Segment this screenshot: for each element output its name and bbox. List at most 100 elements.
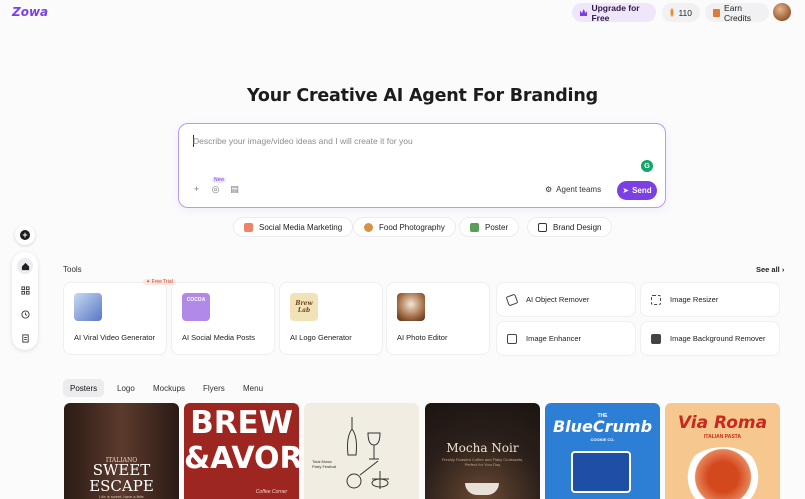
gallery-item-sweet-escape[interactable]: ITALIANO SWEET ESCAPE Life is sweet, hav… <box>64 403 179 499</box>
coffee-cup <box>465 483 499 495</box>
credits-count: 110 <box>678 7 692 18</box>
food-icon <box>364 222 373 232</box>
poster-title: Mocha Noir <box>446 441 519 455</box>
earn-credits-label: Earn Credits <box>724 2 751 23</box>
enhance-icon <box>507 333 517 344</box>
gallery-item-music-festival[interactable]: Total Music Party Festival <box>304 403 419 499</box>
gear-icon: ⚙ <box>545 185 553 194</box>
poster-tagline: Freshly Roasted Coffee and Flaky Croissa… <box>441 457 524 467</box>
gallery-item-bluecrumb[interactable]: THE BlueCrumb COOKIE CO. <box>545 403 660 499</box>
gallery-item-mocha-noir[interactable]: Mocha Noir Freshly Roasted Coffee and Fl… <box>425 403 540 499</box>
tool-image-resizer[interactable]: Image Resizer <box>640 282 780 317</box>
settings-dial-icon[interactable]: ◎ <box>210 184 221 195</box>
chip-label: Social Media Marketing <box>259 222 343 232</box>
clipboard-icon[interactable]: ▤ <box>229 184 240 195</box>
new-badge: New <box>212 177 227 183</box>
tab-logo[interactable]: Logo <box>110 379 142 397</box>
add-attachment-icon[interactable]: + <box>191 184 202 195</box>
photo-editor-thumb <box>397 293 425 321</box>
tool-ai-photo-editor[interactable]: AI Photo Editor <box>386 282 490 355</box>
eraser-icon <box>505 293 519 306</box>
poster-caption: Total Music Party Festival <box>312 459 337 469</box>
new-project-button[interactable]: + <box>15 225 35 245</box>
grammarly-icon[interactable]: G <box>641 160 653 172</box>
see-all-link[interactable]: See all › <box>756 265 784 274</box>
poster-tagline: Coffee Corner <box>255 489 288 495</box>
poster-subtitle: ITALIAN PASTA <box>704 434 741 440</box>
credits-badge[interactable]: 110 <box>662 3 700 22</box>
coin-icon <box>670 8 675 17</box>
gallery-item-brew-flavor[interactable]: BREW &AVOR Coffee Corner <box>184 403 299 499</box>
gift-icon <box>713 8 721 17</box>
poster-title-line2: &AVOR <box>184 441 299 476</box>
tool-image-enhancer[interactable]: Image Enhancer <box>496 321 636 356</box>
logo-thumb-text: Brew Lab <box>295 300 313 314</box>
left-rail <box>12 252 38 350</box>
chip-poster[interactable]: Poster <box>459 217 520 237</box>
tool-name: AI Social Media Posts <box>182 333 255 342</box>
tool-name: Image Background Remover <box>670 334 766 343</box>
agent-teams-label: Agent teams <box>556 185 602 194</box>
brand-icon <box>538 222 547 232</box>
poster-title-line1: BREW <box>190 405 293 441</box>
send-button[interactable]: ➤ Send <box>617 181 657 200</box>
top-bar: Zowa Upgrade for Free 110 Earn Credits <box>0 0 805 26</box>
free-trial-label: Free Trial <box>151 279 173 285</box>
earn-credits-button[interactable]: Earn Credits <box>705 2 769 23</box>
home-icon[interactable] <box>17 258 33 274</box>
tool-ai-logo-generator[interactable]: Brew Lab AI Logo Generator <box>279 282 383 355</box>
prompt-box[interactable]: Describe your image/video ideas and I wi… <box>178 123 666 208</box>
video-thumb <box>74 293 102 321</box>
zowa-logo[interactable]: Zowa <box>12 5 48 19</box>
tool-name: AI Object Remover <box>526 295 590 304</box>
plus-icon: + <box>20 230 30 240</box>
social-thumb-text: COCOA <box>186 297 206 303</box>
tool-ai-viral-video-generator[interactable]: AI Viral Video Generator <box>63 282 167 355</box>
tab-mockups[interactable]: Mockups <box>146 379 192 397</box>
poster-subtitle: COOKIE CO. <box>590 437 615 442</box>
poster-title: Via Roma <box>677 413 768 433</box>
tools-title: Tools <box>63 265 82 274</box>
avatar[interactable] <box>773 3 791 21</box>
crown-icon <box>580 9 588 16</box>
tool-name: AI Viral Video Generator <box>74 333 156 342</box>
tool-name: Image Resizer <box>670 295 719 304</box>
poster-title: BlueCrumb <box>552 417 653 436</box>
poster-title-line1: SWEET <box>92 461 151 479</box>
poster-icon <box>470 222 479 232</box>
crop-icon <box>651 294 661 305</box>
background-remove-icon <box>651 333 661 344</box>
chip-brand-design[interactable]: Brand Design <box>527 217 613 237</box>
upgrade-button[interactable]: Upgrade for Free <box>572 2 656 23</box>
tool-name: Image Enhancer <box>526 334 582 343</box>
gallery-item-via-roma[interactable]: Via Roma ITALIAN PASTA <box>665 403 780 499</box>
tab-menu[interactable]: Menu <box>236 379 270 397</box>
social-icon <box>244 222 253 232</box>
chip-food-photography[interactable]: Food Photography <box>353 217 456 237</box>
free-trial-badge: ✦ Free Trial <box>143 279 176 285</box>
page-title: Your Creative AI Agent For Branding <box>247 86 598 106</box>
tool-image-background-remover[interactable]: Image Background Remover <box>640 321 780 356</box>
instrument-drawing <box>346 417 389 489</box>
tool-name: AI Photo Editor <box>397 333 448 342</box>
social-posts-thumb: COCOA <box>182 293 210 321</box>
grid-icon[interactable] <box>17 282 33 298</box>
upgrade-label: Upgrade for Free <box>591 2 640 23</box>
prompt-input[interactable]: Describe your image/video ideas and I wi… <box>193 136 413 146</box>
tab-flyers[interactable]: Flyers <box>196 379 232 397</box>
tool-ai-object-remover[interactable]: AI Object Remover <box>496 282 636 317</box>
history-icon[interactable] <box>17 306 33 322</box>
agent-teams-button[interactable]: ⚙ Agent teams <box>545 181 601 198</box>
tool-ai-social-media-posts[interactable]: COCOA AI Social Media Posts <box>171 282 275 355</box>
chip-social-media-marketing[interactable]: Social Media Marketing <box>233 217 354 237</box>
poster-tagline: Life is sweet, have a little <box>99 494 144 499</box>
pasta-plate <box>683 447 763 499</box>
send-icon: ➤ <box>622 186 630 195</box>
tab-posters[interactable]: Posters <box>63 379 105 397</box>
cookie-box <box>571 451 631 493</box>
poster-title-line2: ESCAPE <box>89 477 154 495</box>
document-icon[interactable] <box>17 330 33 346</box>
chip-label: Poster <box>485 222 509 232</box>
tool-name: AI Logo Generator <box>290 333 352 342</box>
chip-label: Food Photography <box>379 222 445 232</box>
